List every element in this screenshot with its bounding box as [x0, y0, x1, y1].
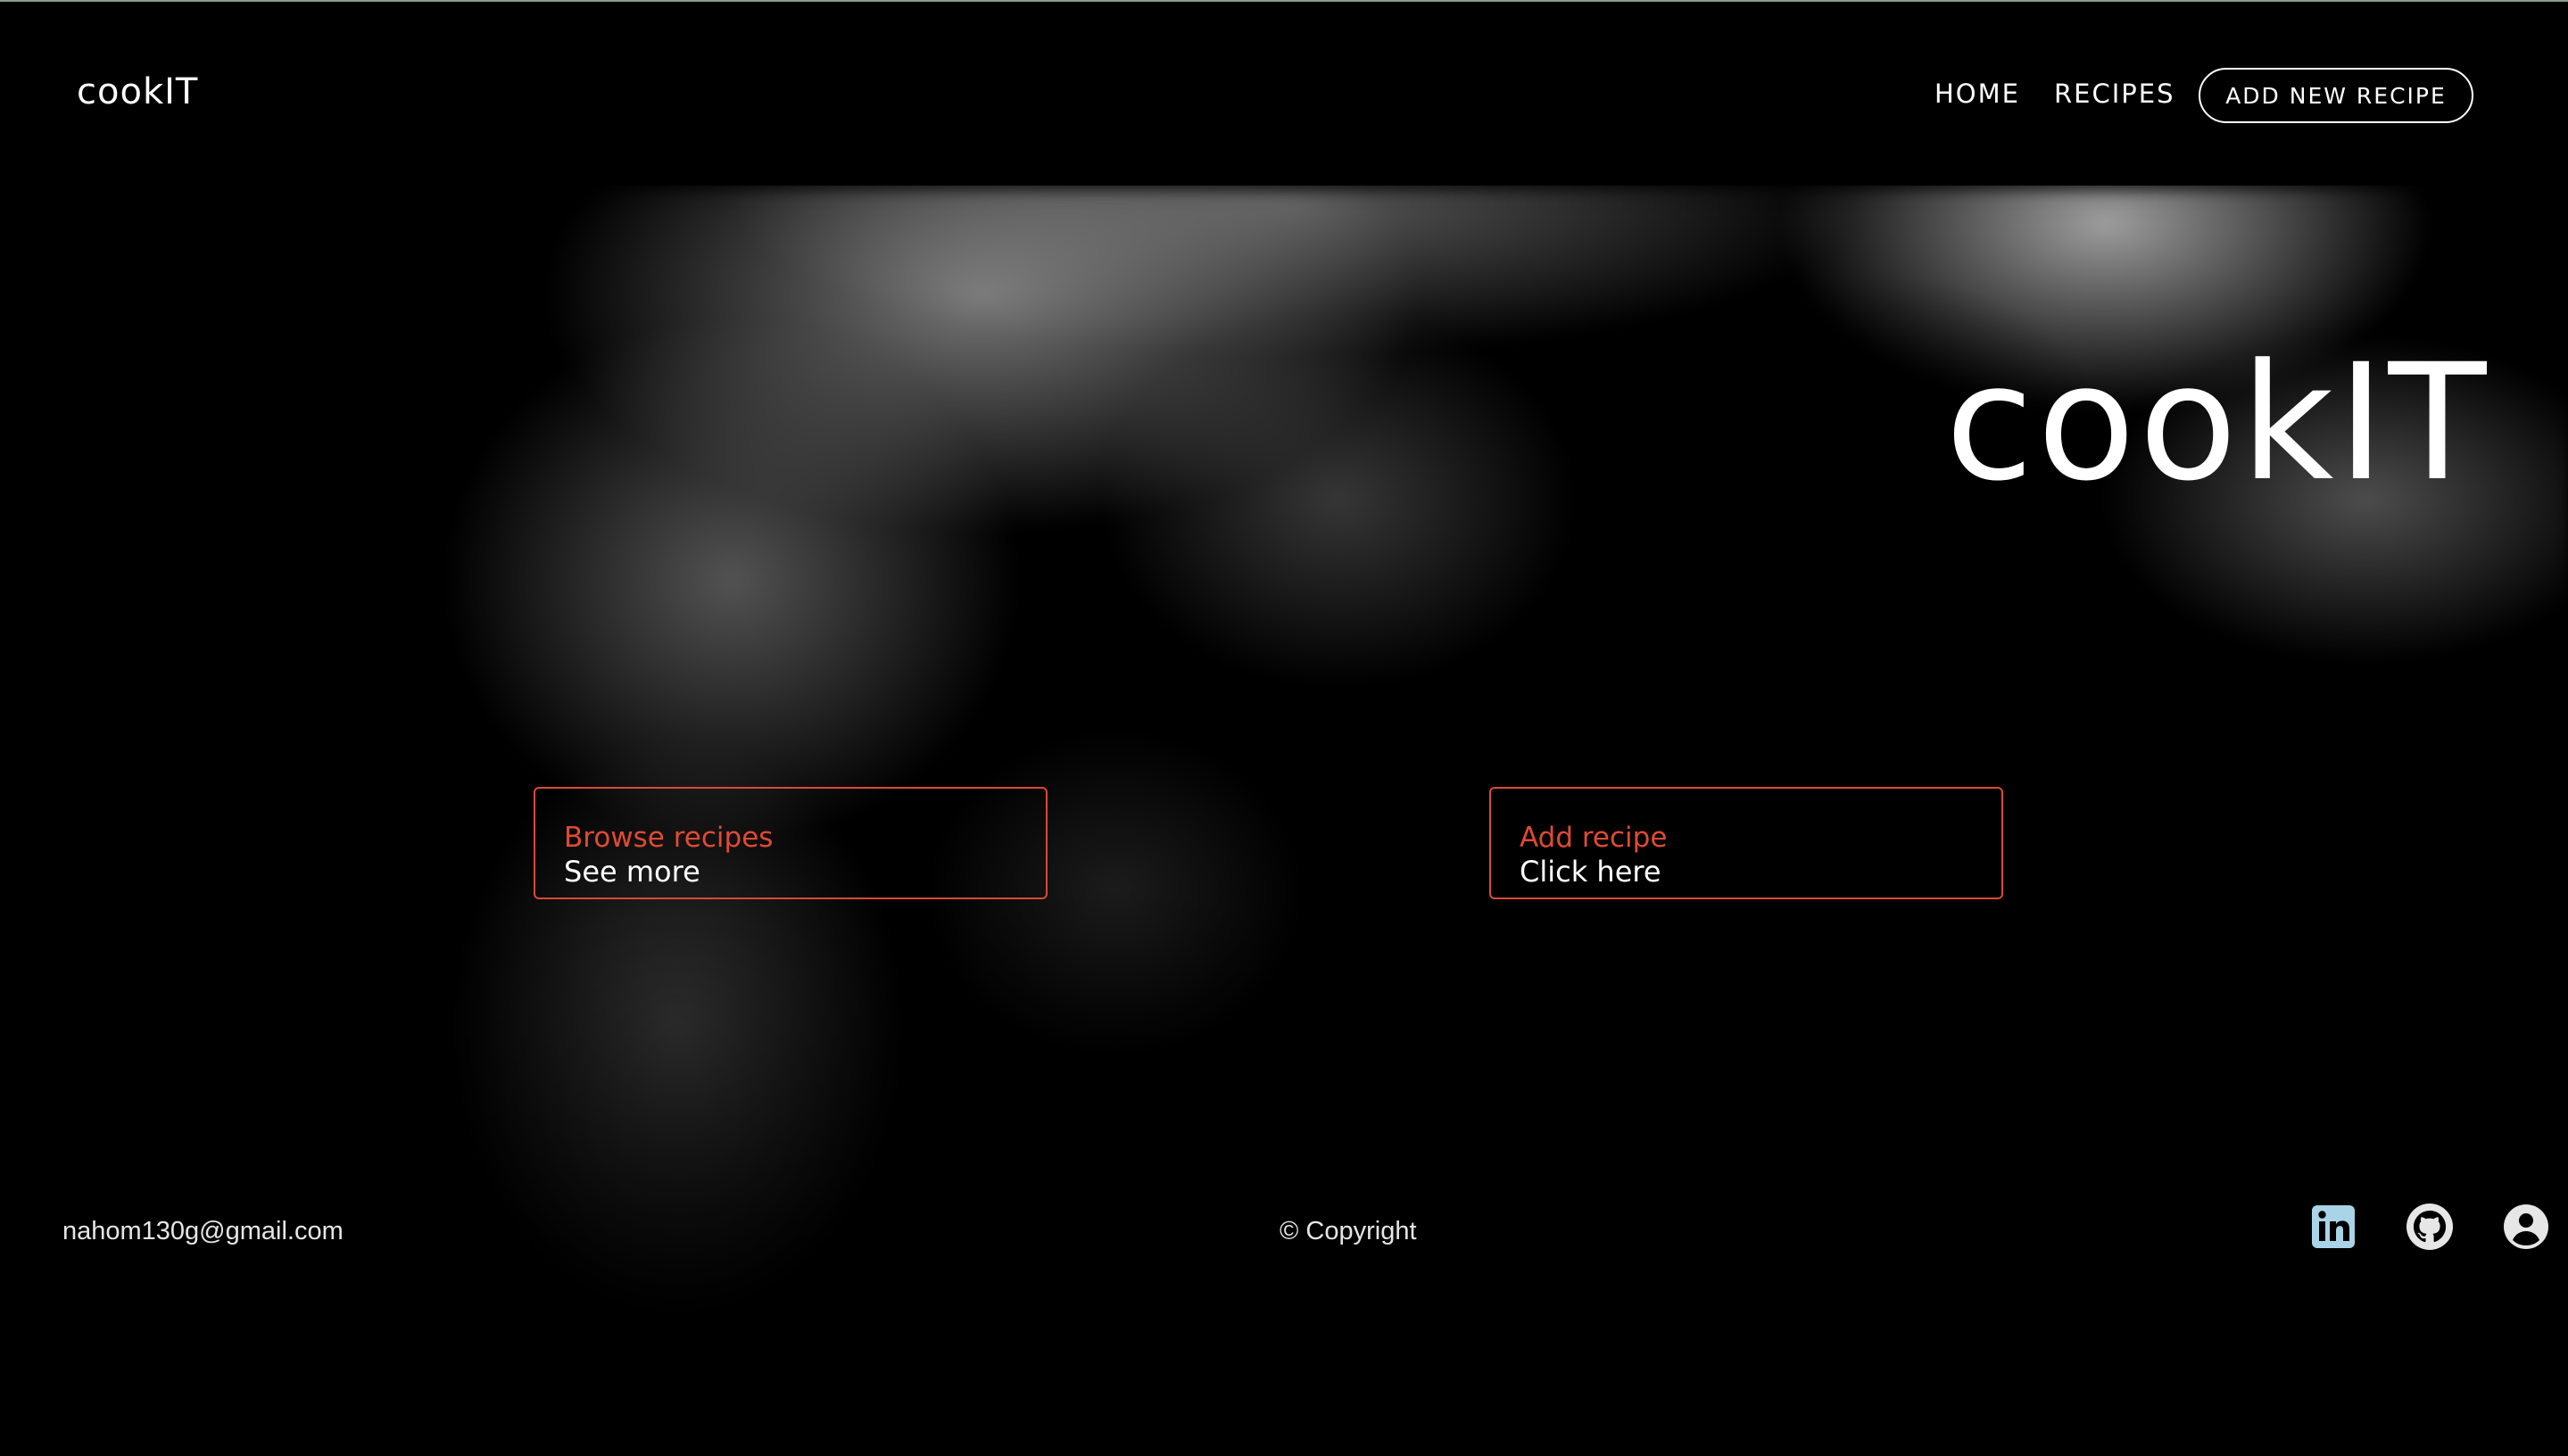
navbar: cookIT HOME RECIPES ADD NEW RECIPE — [0, 0, 2568, 186]
user-icon[interactable] — [2502, 1203, 2550, 1251]
browse-recipes-subtitle: See more — [564, 855, 700, 889]
nav-recipes-link[interactable]: RECIPES — [2054, 79, 2175, 109]
browse-recipes-title: Browse recipes — [564, 822, 774, 854]
footer-email[interactable]: nahom130g@gmail.com — [62, 1217, 344, 1246]
page: cookIT HOME RECIPES ADD NEW RECIPE cookI… — [0, 0, 2568, 1456]
add-new-recipe-button[interactable]: ADD NEW RECIPE — [2199, 68, 2473, 123]
linkedin-icon[interactable] — [2309, 1203, 2357, 1251]
github-icon[interactable] — [2406, 1203, 2454, 1251]
add-recipe-title: Add recipe — [1520, 822, 1668, 854]
browse-recipes-card[interactable]: Browse recipes See more — [534, 787, 1048, 899]
hero-title: cookIT — [1945, 330, 2490, 517]
add-recipe-card[interactable]: Add recipe Click here — [1489, 787, 2003, 899]
add-recipe-subtitle: Click here — [1520, 855, 1661, 889]
nav-home-link[interactable]: HOME — [1934, 79, 2020, 109]
footer-copyright: © Copyright — [1280, 1217, 1417, 1245]
brand-logo[interactable]: cookIT — [77, 71, 198, 112]
